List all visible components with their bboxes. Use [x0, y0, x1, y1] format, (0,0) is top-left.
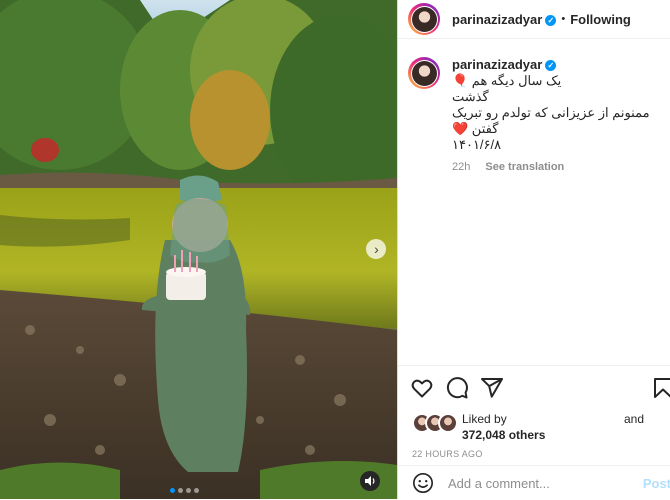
- comment-bar: Post: [398, 465, 670, 500]
- comment-input[interactable]: [446, 474, 640, 492]
- username: parinazizadyar: [452, 11, 543, 27]
- carousel-dots: [170, 488, 199, 493]
- username-link[interactable]: parinazizadyar ✓: [452, 11, 557, 27]
- carousel-dot: [186, 488, 191, 493]
- post-sidebar: parinazizadyar ✓ • Following parinazizady…: [397, 0, 670, 499]
- caption-line: ممنونم از عزیزانی که تولدم رو تبریک: [452, 105, 650, 120]
- caption-meta: 22h See translation: [452, 159, 661, 175]
- liker-avatar: [438, 413, 458, 433]
- post-media[interactable]: ›: [0, 0, 397, 499]
- likes-section: Liked by and 372,048 others: [412, 409, 668, 445]
- post-photo: [0, 0, 397, 499]
- post-header: parinazizadyar ✓ • Following: [398, 0, 670, 39]
- caption-line: یک سال دیگه هم 🎈: [452, 73, 562, 88]
- next-slide-button[interactable]: ›: [366, 239, 386, 259]
- post-comment-button[interactable]: Post: [643, 476, 670, 491]
- carousel-dot: [178, 488, 183, 493]
- caption-line: گذشت: [452, 89, 489, 104]
- caption-username[interactable]: parinazizadyar ✓: [452, 57, 557, 72]
- caption-line: ۱۴۰۱/۶/۸: [452, 137, 502, 152]
- heart-icon[interactable]: [410, 376, 434, 400]
- caption-username-text: parinazizadyar: [452, 57, 543, 72]
- see-translation-link[interactable]: See translation: [485, 161, 564, 173]
- carousel-dot: [170, 488, 175, 493]
- chevron-right-icon: ›: [374, 241, 379, 257]
- likes-count-link[interactable]: 372,048 others: [462, 428, 545, 442]
- separator-dot: •: [561, 13, 566, 25]
- audio-toggle-button[interactable]: [360, 471, 380, 491]
- and-label: and: [623, 412, 644, 426]
- caption: parinazizadyar ✓ یک سال دیگه هم 🎈 گذشت مم…: [398, 39, 670, 175]
- liked-by-label: Liked by: [462, 412, 507, 426]
- caption-avatar[interactable]: [408, 57, 440, 89]
- liker-avatars[interactable]: [412, 413, 458, 433]
- verified-badge-icon: ✓: [545, 14, 557, 26]
- share-icon[interactable]: [480, 376, 504, 400]
- caption-age: 22h: [452, 161, 471, 173]
- comment-icon[interactable]: [445, 376, 469, 400]
- emoji-icon[interactable]: [412, 472, 434, 494]
- caption-line: گفتن ❤️: [452, 121, 499, 136]
- bookmark-icon[interactable]: [651, 376, 670, 400]
- verified-badge-icon: ✓: [545, 60, 557, 71]
- speaker-icon: [365, 476, 375, 486]
- avatar[interactable]: [408, 3, 440, 35]
- following-button[interactable]: Following: [570, 12, 631, 27]
- carousel-dot: [194, 488, 199, 493]
- post-timestamp[interactable]: 22 HOURS AGO: [412, 449, 483, 459]
- action-bar: [398, 365, 670, 410]
